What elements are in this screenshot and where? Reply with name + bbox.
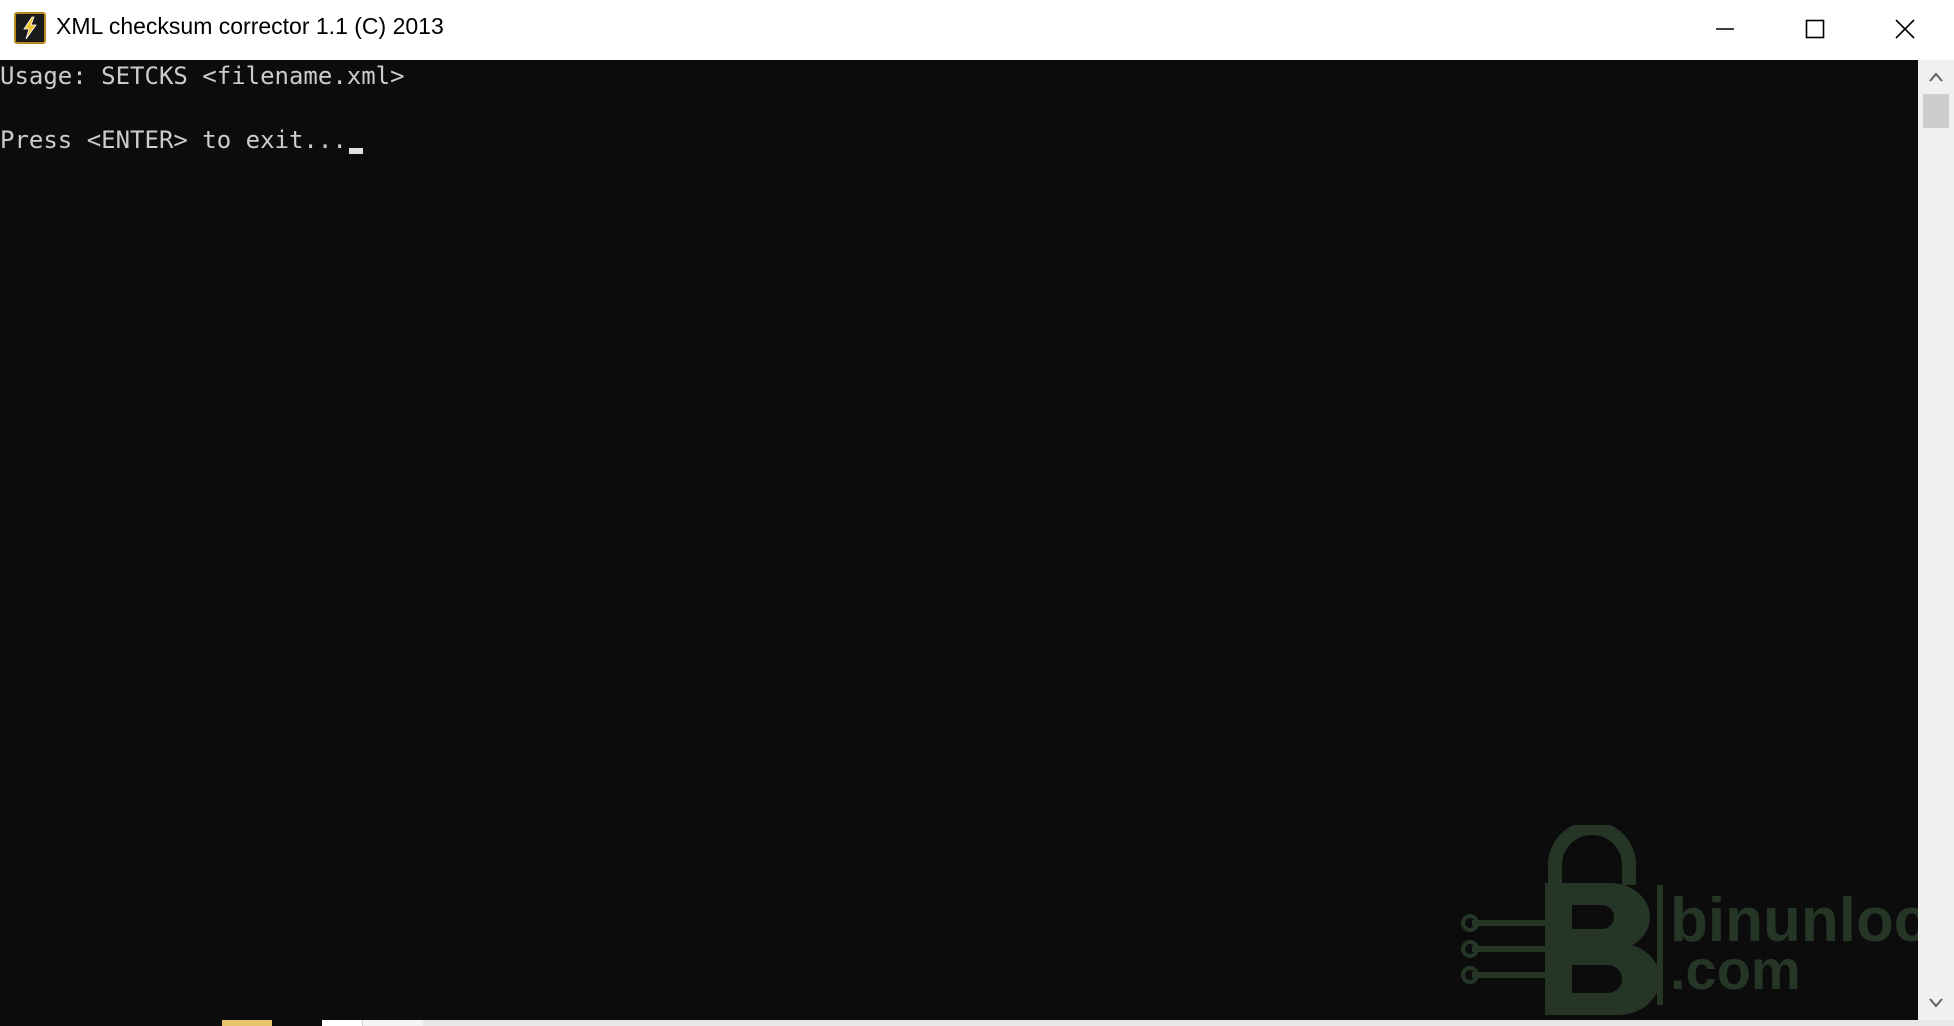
maximize-icon <box>1805 19 1825 39</box>
taskbar-edge <box>0 1020 1954 1026</box>
chevron-up-icon <box>1929 72 1943 82</box>
taskbar-segment <box>272 1020 322 1026</box>
scroll-up-button[interactable] <box>1918 60 1954 94</box>
close-icon <box>1895 19 1915 39</box>
console-output[interactable]: Usage: SETCKS <filename.xml> Press <ENTE… <box>0 60 1918 1020</box>
exit-prompt-text: Press <ENTER> to exit... <box>0 126 347 154</box>
maximize-button[interactable] <box>1770 0 1860 58</box>
taskbar-segment <box>362 1020 423 1026</box>
watermark-text-domain: .com <box>1670 938 1801 1001</box>
chevron-down-icon <box>1929 998 1943 1008</box>
title-bar[interactable]: XML checksum corrector 1.1 (C) 2013 <box>0 0 1954 60</box>
app-lightning-icon[interactable] <box>14 12 46 44</box>
vertical-scrollbar[interactable] <box>1918 60 1954 1020</box>
scroll-down-button[interactable] <box>1918 986 1954 1020</box>
scroll-thumb[interactable] <box>1923 94 1949 128</box>
usage-line: Usage: SETCKS <filename.xml> <box>0 62 405 90</box>
text-cursor <box>348 148 363 154</box>
minimize-icon <box>1716 28 1734 30</box>
exit-prompt-line: Press <ENTER> to exit... <box>0 124 363 156</box>
window-title: XML checksum corrector 1.1 (C) 2013 <box>56 13 444 39</box>
minimize-button[interactable] <box>1680 0 1770 58</box>
padlock-circuit-b-logo <box>1461 825 1663 1015</box>
console-window: XML checksum corrector 1.1 (C) 2013 Usag… <box>0 0 1954 1026</box>
taskbar-segment <box>0 1020 222 1026</box>
taskbar-segment-highlight <box>222 1020 272 1026</box>
close-button[interactable] <box>1860 0 1950 58</box>
taskbar-segment <box>322 1020 362 1026</box>
watermark-logo: binunlock .com <box>1460 825 1918 1015</box>
